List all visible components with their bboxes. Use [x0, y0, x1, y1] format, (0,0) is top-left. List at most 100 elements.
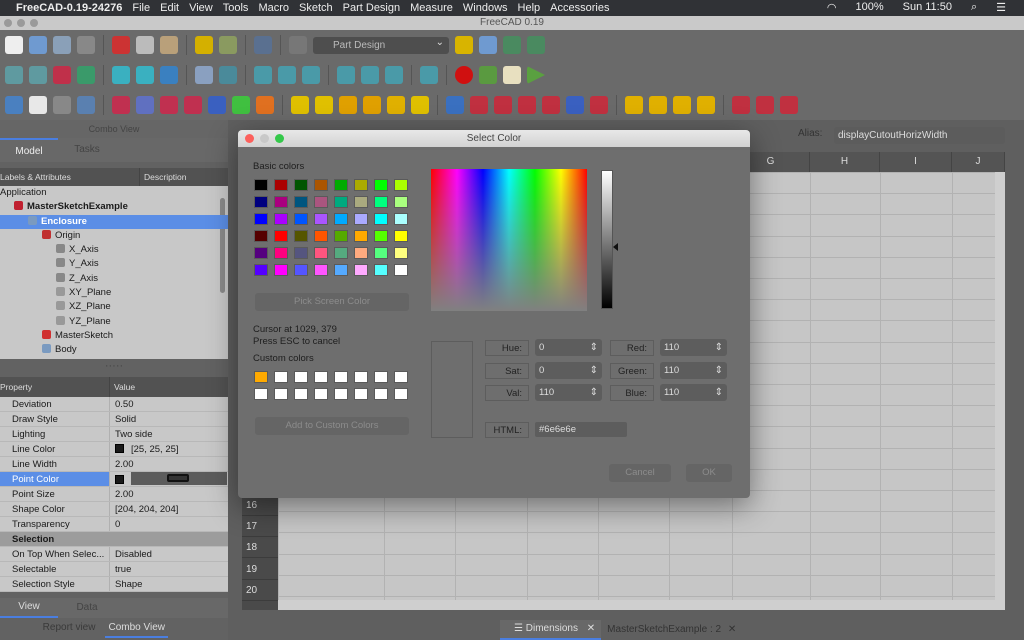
basic-color-swatch[interactable] [254, 264, 268, 276]
battery-level[interactable]: 100% [855, 1, 883, 14]
basic-color-swatch[interactable] [354, 179, 368, 191]
part-design-tool-icon[interactable] [649, 96, 667, 114]
run-macro-icon[interactable] [527, 66, 545, 84]
custom-color-swatch[interactable] [354, 388, 368, 400]
property-value[interactable]: 2.00 [110, 487, 228, 501]
part-design-tool-icon[interactable] [5, 96, 23, 114]
basic-color-swatch[interactable] [374, 196, 388, 208]
save-icon[interactable] [53, 36, 71, 54]
custom-color-swatch[interactable] [254, 388, 268, 400]
clock[interactable]: Sun 11:50 [903, 1, 952, 14]
basic-color-swatch[interactable] [334, 247, 348, 259]
record-macro-icon[interactable] [455, 66, 473, 84]
part-design-tool-icon[interactable] [494, 96, 512, 114]
bottom-view-icon[interactable] [361, 66, 379, 84]
basic-color-swatch[interactable] [394, 179, 408, 191]
tree-header-description[interactable]: Description [140, 168, 187, 186]
property-value[interactable]: [204, 204, 204] [110, 502, 228, 516]
tab-tasks[interactable]: Tasks [58, 138, 116, 162]
splitter-handle[interactable]: ····· [0, 359, 228, 377]
import-icon[interactable] [527, 36, 545, 54]
part-design-tool-icon[interactable] [77, 96, 95, 114]
std-views-icon[interactable] [195, 66, 213, 84]
open-file-icon[interactable] [29, 36, 47, 54]
basic-color-swatch[interactable] [374, 247, 388, 259]
vertical-scrollbar[interactable] [995, 172, 1005, 600]
part-design-tool-icon[interactable] [566, 96, 584, 114]
basic-color-swatch[interactable] [314, 247, 328, 259]
part-design-tool-icon[interactable] [732, 96, 750, 114]
property-row[interactable]: Point Color [0, 472, 228, 487]
property-value[interactable]: Disabled [110, 547, 228, 561]
property-row[interactable]: Selectable true [0, 562, 228, 577]
stop-macro-icon[interactable] [479, 66, 497, 84]
column-header[interactable]: I [880, 152, 952, 172]
basic-color-swatch[interactable] [274, 264, 288, 276]
property-value[interactable]: Shape [110, 577, 228, 591]
zoom-icon[interactable] [275, 134, 284, 143]
add-custom-colors-button[interactable]: Add to Custom Colors [255, 417, 409, 435]
measure-icon[interactable] [420, 66, 438, 84]
copy-icon[interactable] [136, 36, 154, 54]
custom-color-swatch[interactable] [334, 388, 348, 400]
tab-report-view[interactable]: Report view [43, 618, 96, 638]
column-header[interactable]: J [952, 152, 1005, 172]
menu-measure[interactable]: Measure [410, 2, 453, 14]
value-slider-arrow-icon[interactable] [613, 243, 618, 251]
part-design-tool-icon[interactable] [112, 96, 130, 114]
export-icon[interactable] [503, 36, 521, 54]
basic-color-swatch[interactable] [354, 247, 368, 259]
tab-combo-view[interactable]: Combo View [105, 618, 168, 638]
part-design-tool-icon[interactable] [780, 96, 798, 114]
basic-color-swatch[interactable] [334, 179, 348, 191]
row-header[interactable]: 16 [242, 495, 278, 516]
tree-item[interactable]: MasterSketch [0, 329, 228, 343]
row-header[interactable]: 18 [242, 537, 278, 559]
basic-color-swatch[interactable] [274, 179, 288, 191]
rear-view-icon[interactable] [337, 66, 355, 84]
sync-view-icon[interactable] [160, 66, 178, 84]
left-view-icon[interactable] [385, 66, 403, 84]
part-design-tool-icon[interactable] [184, 96, 202, 114]
tree-item[interactable]: Y_Axis [0, 257, 228, 271]
horizontal-scrollbar[interactable] [278, 600, 1005, 610]
part-design-tool-icon[interactable] [256, 96, 274, 114]
blue-spinbox[interactable]: 110 [660, 384, 727, 401]
html-input[interactable]: #6e6e6e [535, 422, 627, 437]
basic-color-swatch[interactable] [334, 230, 348, 242]
tree-item[interactable]: X_Axis [0, 243, 228, 257]
basic-color-swatch[interactable] [394, 230, 408, 242]
part-design-tool-icon[interactable] [697, 96, 715, 114]
tab-model[interactable]: Model [0, 138, 58, 162]
property-row[interactable]: Selection Style Shape [0, 577, 228, 592]
tree-item[interactable]: Body [0, 343, 228, 357]
basic-color-swatch[interactable] [354, 213, 368, 225]
basic-color-swatch[interactable] [314, 179, 328, 191]
close-tab-icon[interactable]: ✕ [728, 624, 736, 635]
cut-icon[interactable] [112, 36, 130, 54]
part-design-tool-icon[interactable] [542, 96, 560, 114]
green-spinbox[interactable]: 110 [660, 362, 727, 379]
custom-color-swatch[interactable] [254, 371, 268, 383]
pick-screen-color-button[interactable]: Pick Screen Color [255, 293, 409, 311]
minimize-icon[interactable] [260, 134, 269, 143]
part-design-tool-icon[interactable] [470, 96, 488, 114]
basic-color-swatch[interactable] [354, 230, 368, 242]
isometric-icon[interactable] [219, 66, 237, 84]
custom-color-swatch[interactable] [394, 371, 408, 383]
basic-color-swatch[interactable] [294, 213, 308, 225]
val-spinbox[interactable]: 110 [535, 384, 602, 401]
right-view-icon[interactable] [302, 66, 320, 84]
property-row[interactable]: Line Width 2.00 [0, 457, 228, 472]
basic-color-swatch[interactable] [394, 247, 408, 259]
basic-color-swatch[interactable] [334, 196, 348, 208]
menu-sketch[interactable]: Sketch [299, 2, 333, 14]
property-value[interactable]: 2.00 [110, 457, 228, 471]
close-icon[interactable] [4, 19, 12, 27]
part-design-tool-icon[interactable] [291, 96, 309, 114]
basic-color-swatch[interactable] [374, 264, 388, 276]
part-design-tool-icon[interactable] [208, 96, 226, 114]
close-icon[interactable] [245, 134, 254, 143]
basic-color-swatch[interactable] [274, 196, 288, 208]
property-row[interactable]: Transparency 0 [0, 517, 228, 532]
